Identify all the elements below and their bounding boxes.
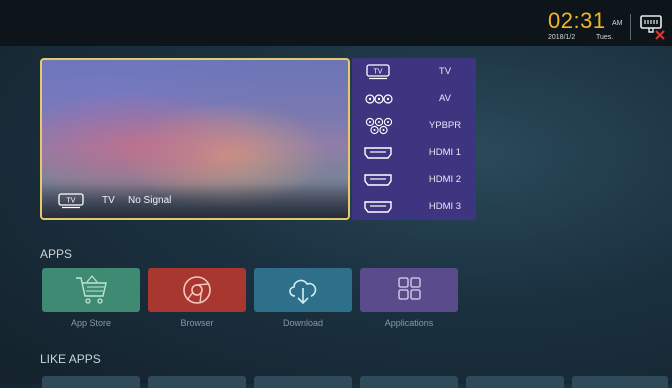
- source-item-hdmi3[interactable]: HDMI 3: [352, 193, 476, 220]
- preview-signal-status: No Signal: [128, 195, 172, 206]
- source-item-av[interactable]: AV: [352, 85, 476, 112]
- app-label: Applications: [384, 318, 434, 328]
- input-source-list: TV TV AV YPBPR HDMI 1 HDMI 2 HDMI 3: [352, 58, 476, 220]
- clock: 02:31 AM 2018/1/2 Tues.: [548, 8, 623, 42]
- source-item-ypbpr[interactable]: YPBPR: [352, 112, 476, 139]
- preview-info-bar: [42, 184, 348, 218]
- clock-time: 02:31: [548, 8, 606, 33]
- like-apps-section-title: LIKE APPS: [40, 352, 101, 366]
- like-app-tile[interactable]: [148, 376, 246, 388]
- like-app-tile[interactable]: [42, 376, 140, 388]
- source-label: HDMI 3: [428, 201, 462, 212]
- source-item-tv[interactable]: TV TV: [352, 58, 476, 85]
- status-divider: [630, 14, 631, 40]
- apps-section-title: APPS: [40, 247, 73, 261]
- ethernet-disconnected-icon[interactable]: [638, 12, 668, 42]
- like-app-tile[interactable]: [254, 376, 352, 388]
- app-label: Browser: [180, 318, 214, 328]
- grid-apps-icon: [398, 277, 421, 300]
- chrome-icon: [183, 276, 211, 304]
- source-label: HDMI 2: [428, 174, 462, 185]
- shopping-cart-icon: [76, 275, 107, 304]
- app-tile-applications[interactable]: [360, 268, 458, 312]
- tv-icon-text: TV: [67, 198, 76, 205]
- tv-icon: TV: [58, 193, 84, 209]
- like-app-tile[interactable]: [360, 376, 458, 388]
- clock-weekday: Tues.: [596, 34, 614, 41]
- top-status-bar: 02:31 AM 2018/1/2 Tues.: [0, 0, 672, 46]
- app-tile-app-store[interactable]: [42, 268, 140, 312]
- app-label: Download: [282, 318, 324, 328]
- av-rca-icon: [365, 94, 393, 104]
- source-label: AV: [439, 93, 451, 104]
- like-app-tile[interactable]: [466, 376, 564, 388]
- app-tile-browser[interactable]: [148, 268, 246, 312]
- app-label: App Store: [70, 318, 112, 328]
- like-app-tile[interactable]: [572, 376, 668, 388]
- hdmi-port-icon: [364, 201, 392, 213]
- source-item-hdmi1[interactable]: HDMI 1: [352, 139, 476, 166]
- source-label: HDMI 1: [428, 147, 462, 158]
- hdmi-port-icon: [364, 147, 392, 159]
- hdmi-port-icon: [364, 174, 392, 186]
- cloud-download-icon: [289, 279, 317, 305]
- ypbpr-component-icon: [365, 117, 393, 135]
- source-preview-window[interactable]: TV TV No Signal: [40, 58, 350, 220]
- tv-icon: TV: [366, 64, 390, 80]
- app-tile-download[interactable]: [254, 268, 352, 312]
- clock-ampm: AM: [612, 20, 623, 27]
- source-label: TV: [438, 66, 452, 77]
- tv-icon-text: TV: [374, 69, 383, 76]
- clock-date: 2018/1/2: [548, 34, 576, 41]
- source-label: YPBPR: [428, 120, 462, 131]
- preview-source-label: TV: [102, 195, 115, 206]
- source-item-hdmi2[interactable]: HDMI 2: [352, 166, 476, 193]
